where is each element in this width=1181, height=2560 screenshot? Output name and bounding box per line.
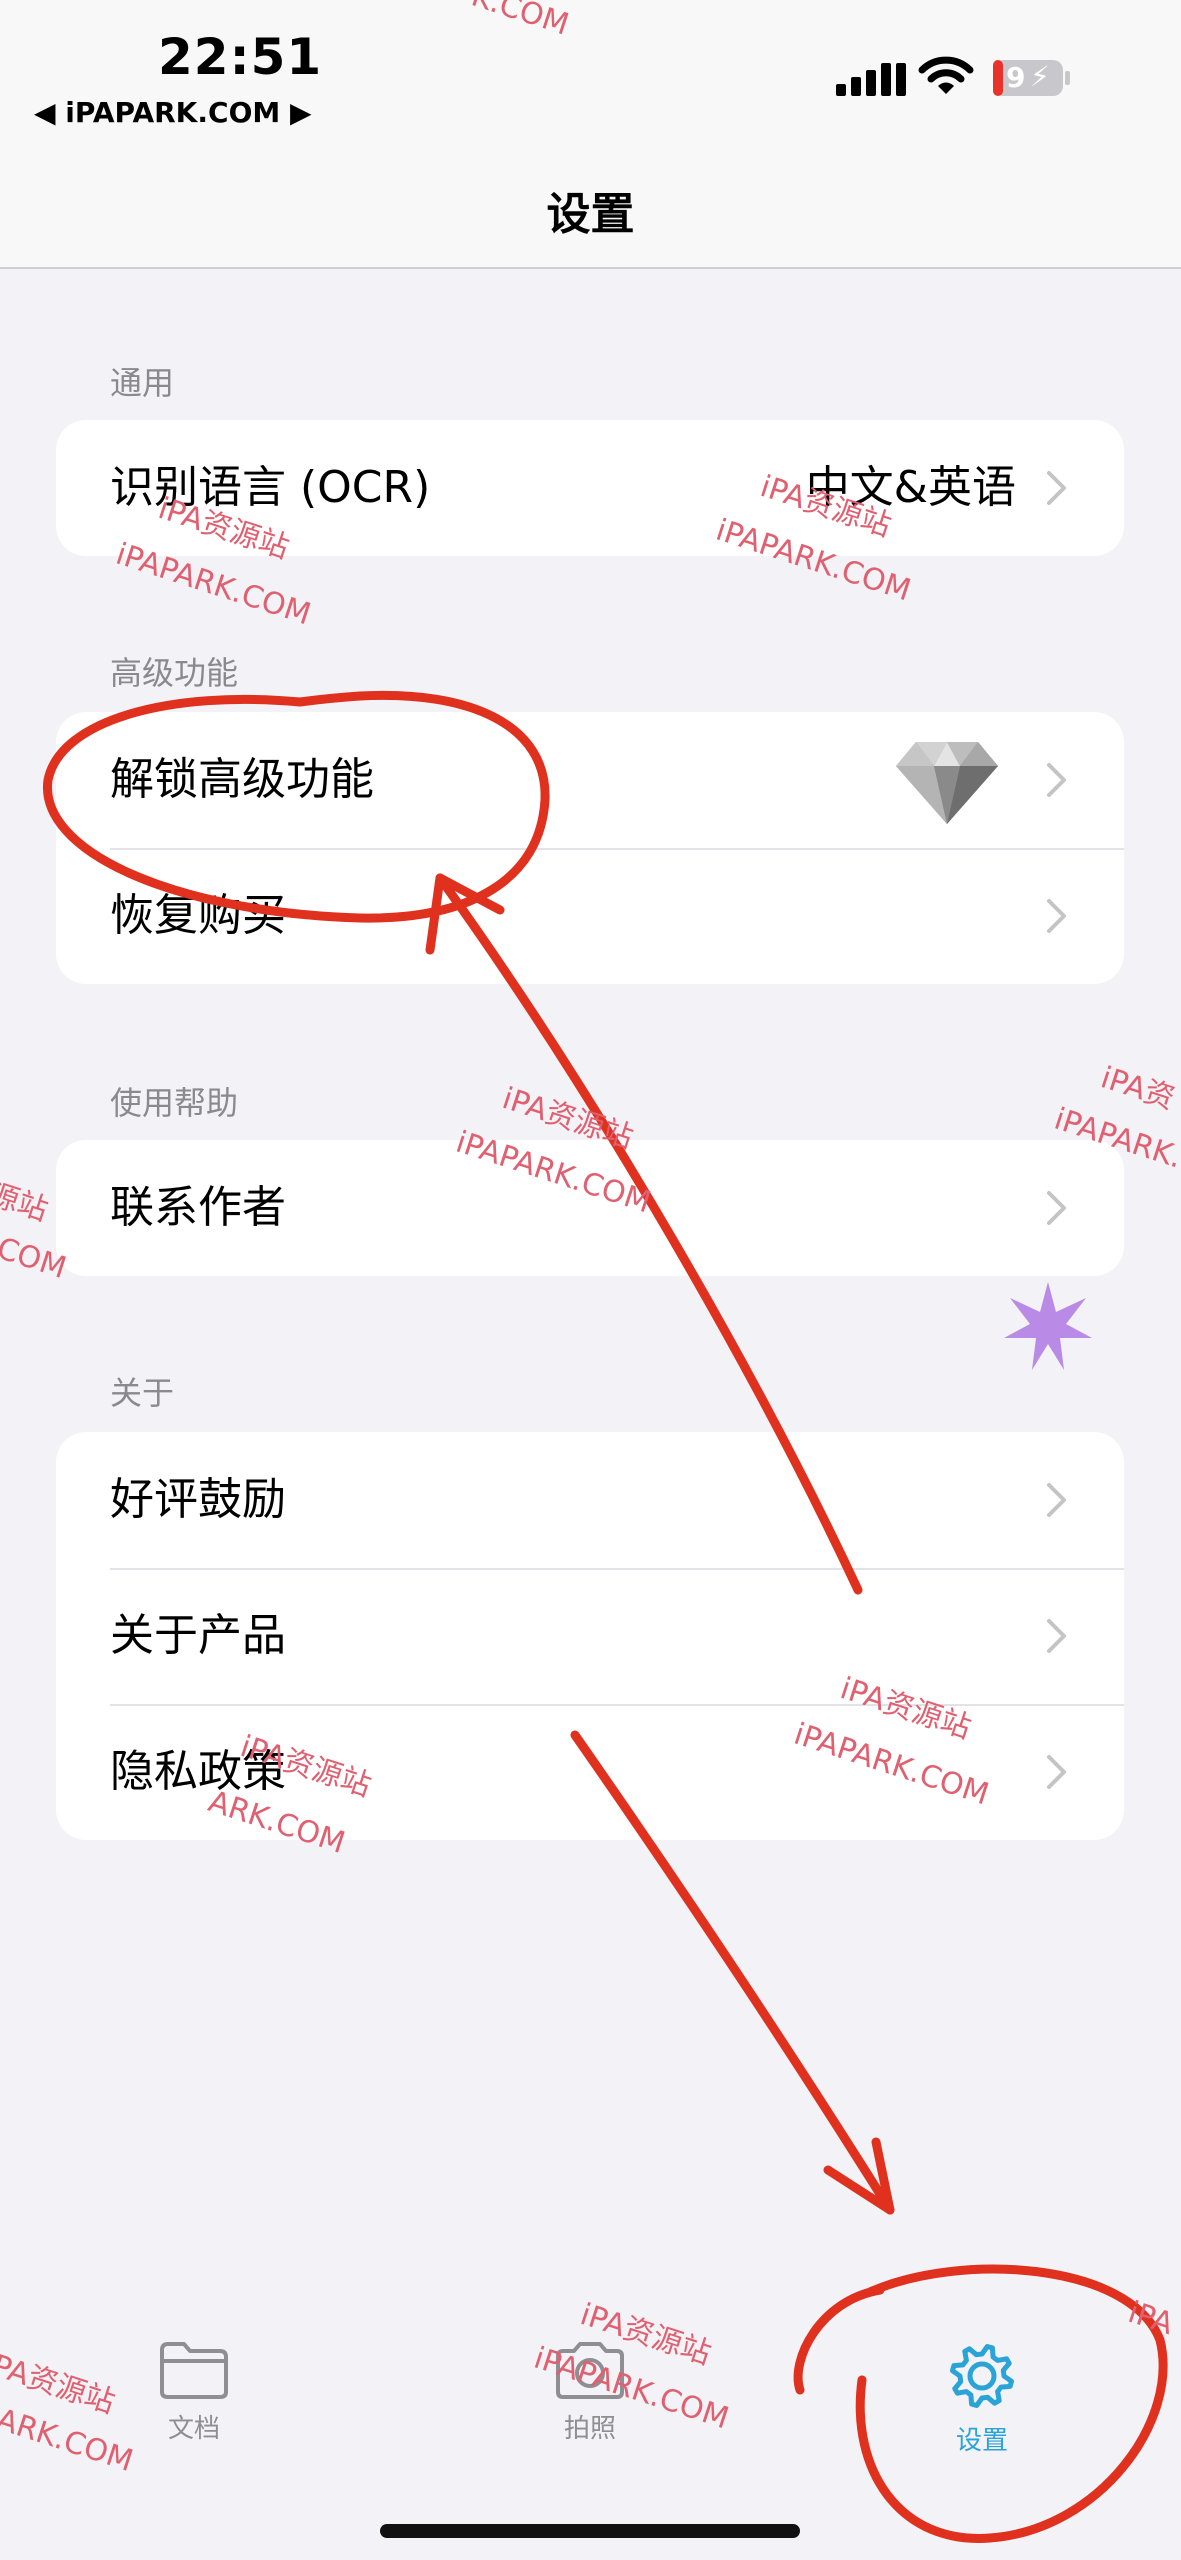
chevron-right-icon [1047, 763, 1066, 797]
settings-group-about: 好评鼓励 关于产品 隐私政策 [56, 1432, 1124, 1840]
back-to-app-link[interactable]: ◀ iPAPARK.COM ▶ [34, 96, 312, 129]
chevron-right-icon [1047, 1755, 1066, 1789]
diamond-icon [896, 742, 998, 824]
tab-label: 设置 [955, 2426, 1008, 2456]
tab-camera[interactable]: 拍照 [510, 2340, 670, 2445]
battery-level: 9 [1006, 61, 1026, 94]
charging-bolt-icon: ⚡ [1030, 60, 1050, 93]
settings-group-help: 联系作者 [56, 1140, 1124, 1276]
home-indicator [380, 2524, 800, 2538]
tab-documents[interactable]: 文档 [114, 2340, 274, 2445]
section-header-premium: 高级功能 [110, 654, 239, 692]
row-label: 联系作者 [110, 1182, 286, 1233]
row-label: 恢复购买 [110, 890, 286, 941]
cellular-signal-icon [836, 63, 906, 96]
row-label: 解锁高级功能 [110, 754, 374, 805]
section-header-about: 关于 [110, 1374, 175, 1412]
navigation-bar: 设置 [0, 140, 1181, 269]
wifi-icon [918, 56, 974, 94]
tab-label: 文档 [167, 2414, 220, 2444]
settings-row-contact-author[interactable]: 联系作者 [56, 1140, 1124, 1276]
chevron-right-icon [1047, 899, 1066, 933]
settings-row-privacy-policy[interactable]: 隐私政策 [56, 1704, 1124, 1840]
row-label: 识别语言 (OCR) [110, 462, 431, 513]
gear-icon [950, 2344, 1014, 2408]
folder-icon [160, 2342, 228, 2399]
settings-group-general: 识别语言 (OCR) 中文&英语 [56, 420, 1124, 556]
settings-group-premium: 解锁高级功能 恢复购买 [56, 712, 1124, 984]
sparkle-icon [1004, 1282, 1092, 1370]
row-value: 中文&英语 [805, 462, 1016, 513]
camera-icon [556, 2342, 624, 2399]
page-title: 设置 [546, 189, 635, 240]
section-header-help: 使用帮助 [110, 1084, 239, 1122]
tab-settings[interactable]: 设置 [902, 2340, 1062, 2457]
chevron-right-icon [1047, 1483, 1066, 1517]
battery-icon: 9 ⚡ [992, 58, 1072, 98]
watermark-text: 源站 [0, 1176, 53, 1229]
status-bar: 22:51 ◀ iPAPARK.COM ▶ 9 ⚡ [0, 0, 1181, 140]
chevron-right-icon [1047, 471, 1066, 505]
row-label: 好评鼓励 [110, 1474, 286, 1525]
chevron-right-icon [1047, 1191, 1066, 1225]
settings-row-restore-purchase[interactable]: 恢复购买 [56, 848, 1124, 984]
watermark-text: iPA资 [1096, 1060, 1179, 1117]
section-header-general: 通用 [110, 364, 175, 402]
chevron-right-icon [1047, 1619, 1066, 1653]
tab-label: 拍照 [563, 2414, 616, 2444]
settings-row-rate-app[interactable]: 好评鼓励 [56, 1432, 1124, 1568]
annotation-arrow-down-head [823, 2137, 895, 2215]
row-label: 隐私政策 [110, 1746, 286, 1797]
settings-row-ocr-language[interactable]: 识别语言 (OCR) 中文&英语 [56, 420, 1124, 556]
row-label: 关于产品 [110, 1610, 286, 1661]
status-time: 22:51 [158, 28, 323, 86]
gear-teeth [950, 2344, 1014, 2408]
settings-row-unlock-premium[interactable]: 解锁高级功能 [56, 712, 1124, 848]
settings-row-about-product[interactable]: 关于产品 [56, 1568, 1124, 1704]
